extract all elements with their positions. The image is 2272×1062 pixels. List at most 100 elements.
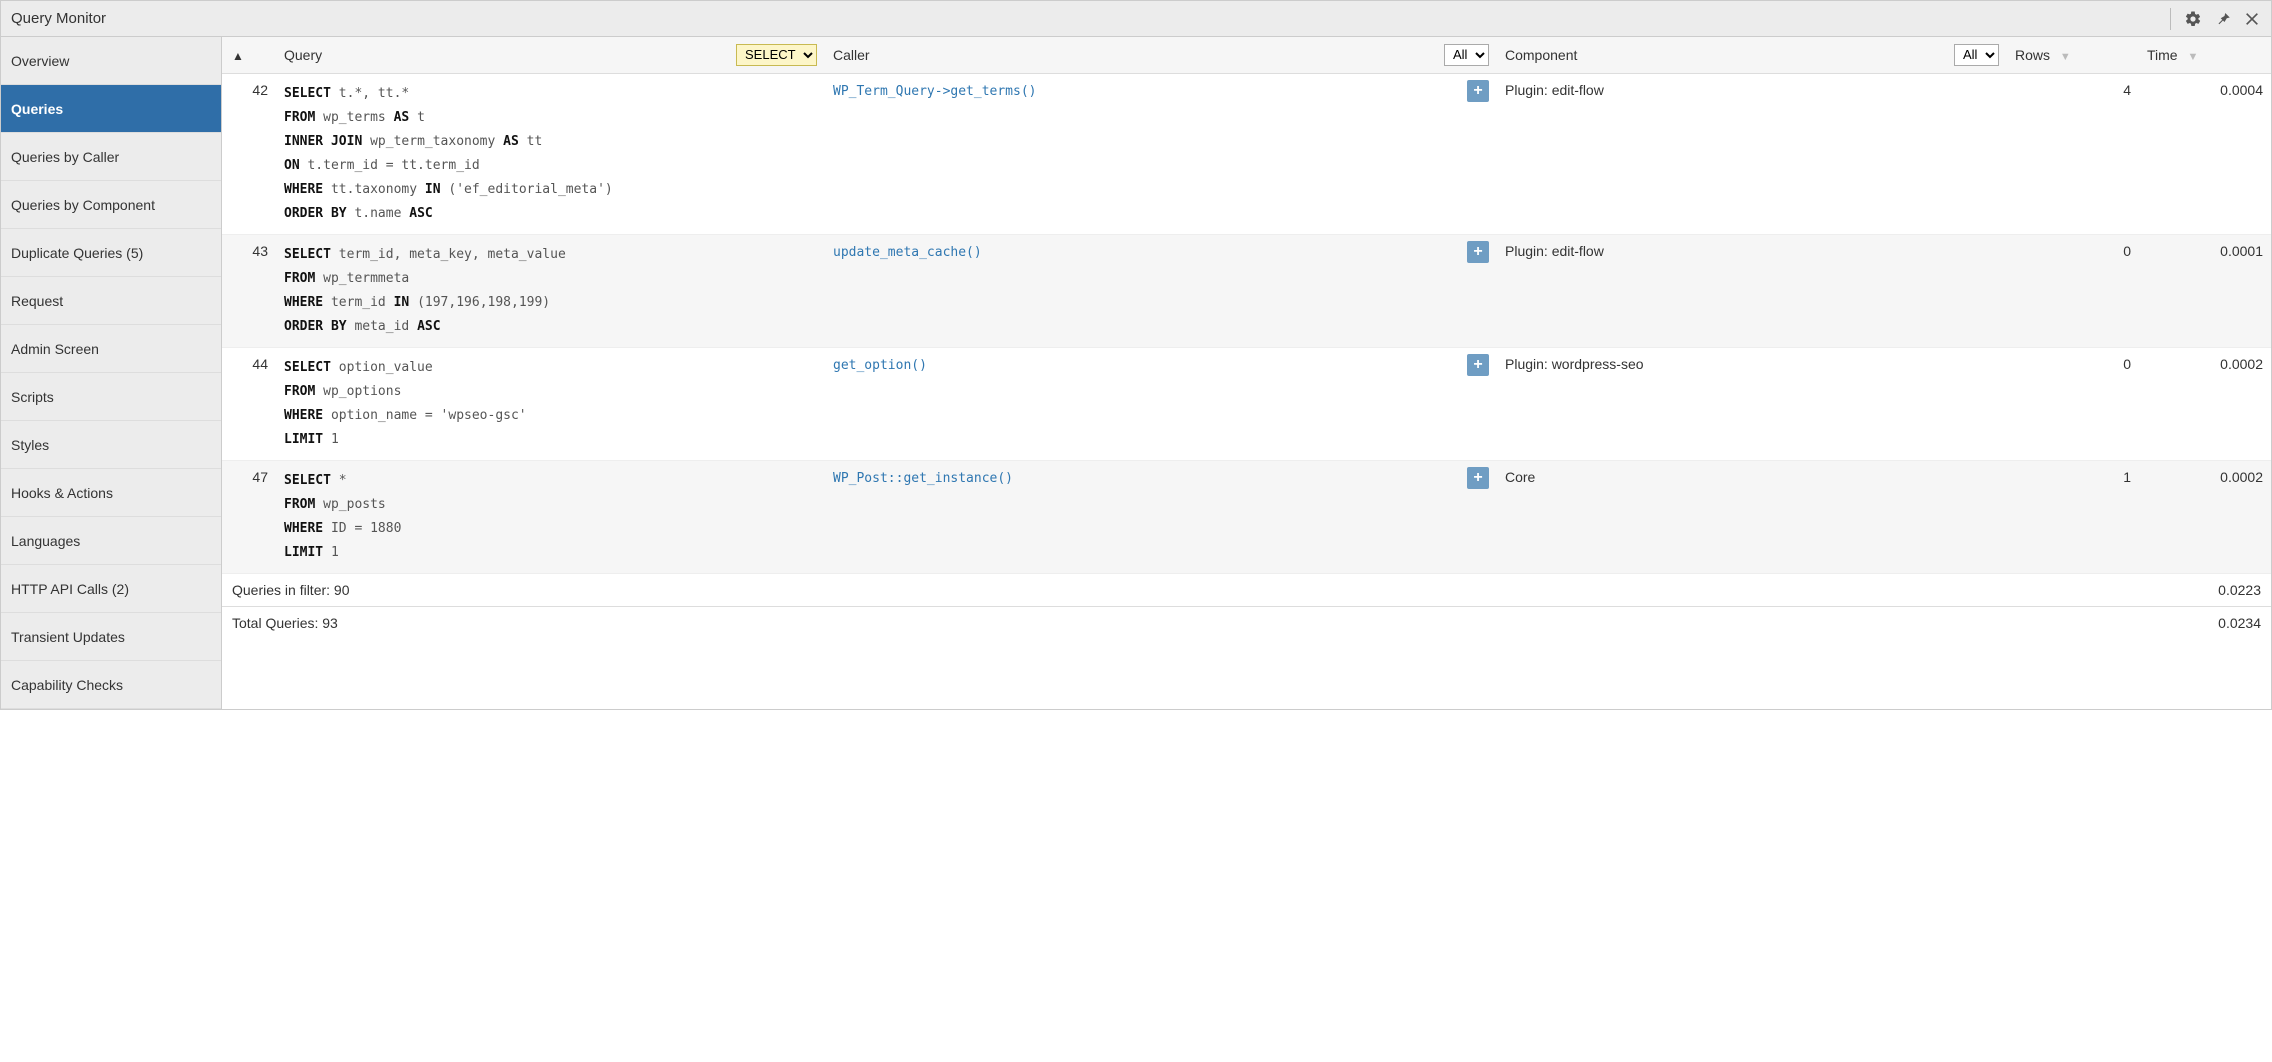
queries-table: ▲ Query SELECT Call [222, 37, 2271, 639]
row-index: 47 [222, 461, 276, 574]
col-rows-header[interactable]: Rows ▼ [2007, 37, 2139, 73]
sidebar-item-label: Scripts [11, 389, 54, 405]
query-sql: SELECT * FROM wp_posts WHERE ID = 1880 L… [284, 469, 817, 565]
header-separator [2170, 8, 2171, 30]
sidebar-item[interactable]: HTTP API Calls (2) [1, 565, 221, 613]
sidebar-item-label: HTTP API Calls (2) [11, 581, 129, 597]
sidebar-item[interactable]: Queries [1, 85, 221, 133]
col-caller-header: Caller All [825, 37, 1497, 73]
sidebar-item-label: Duplicate Queries (5) [11, 245, 143, 261]
expand-button[interactable]: + [1467, 80, 1489, 102]
sort-asc-icon[interactable]: ▲ [230, 49, 246, 63]
caller-link[interactable]: update_meta_cache() [833, 245, 982, 260]
rows-cell: 0 [2007, 234, 2139, 347]
query-cell: SELECT option_value FROM wp_options WHER… [276, 347, 825, 460]
col-caller-label: Caller [833, 47, 870, 63]
sidebar-item[interactable]: Hooks & Actions [1, 469, 221, 517]
footer-filter-label: Queries in filter: 90 [222, 574, 2139, 607]
col-component-label: Component [1505, 47, 1577, 63]
row-index: 44 [222, 347, 276, 460]
footer-filter-time: 0.0223 [2139, 574, 2271, 607]
sidebar-item-label: Capability Checks [11, 677, 123, 693]
query-cell: SELECT * FROM wp_posts WHERE ID = 1880 L… [276, 461, 825, 574]
expand-button[interactable]: + [1467, 241, 1489, 263]
sidebar-item-label: Queries by Caller [11, 149, 119, 165]
caller-link[interactable]: WP_Term_Query->get_terms() [833, 84, 1037, 99]
sidebar-item[interactable]: Overview [1, 37, 221, 85]
qm-panel: Query Monitor Overview Queries Queries by … [0, 0, 2272, 710]
sidebar-item-label: Queries [11, 101, 63, 117]
query-cell: SELECT t.*, tt.* FROM wp_terms AS t INNE… [276, 73, 825, 234]
caller-cell: update_meta_cache() + [825, 234, 1497, 347]
pin-icon[interactable] [2211, 7, 2235, 31]
row-index: 42 [222, 73, 276, 234]
caller-link[interactable]: get_option() [833, 358, 927, 373]
row-index: 43 [222, 234, 276, 347]
col-query-header: Query SELECT [276, 37, 825, 73]
sidebar-item[interactable]: Scripts [1, 373, 221, 421]
sidebar-item[interactable]: Styles [1, 421, 221, 469]
sidebar-item-label: Languages [11, 533, 80, 549]
sort-icon[interactable]: ▼ [2054, 51, 2071, 63]
query-cell: SELECT term_id, meta_key, meta_value FRO… [276, 234, 825, 347]
sidebar-item-label: Request [11, 293, 63, 309]
expand-button[interactable]: + [1467, 467, 1489, 489]
sidebar-item-label: Transient Updates [11, 629, 125, 645]
panel-title: Query Monitor [9, 10, 106, 27]
sidebar-item[interactable]: Admin Screen [1, 325, 221, 373]
caller-link[interactable]: WP_Post::get_instance() [833, 471, 1013, 486]
caller-cell: WP_Post::get_instance() + [825, 461, 1497, 574]
col-rows-label: Rows [2015, 47, 2050, 63]
sidebar-item[interactable]: Transient Updates [1, 613, 221, 661]
sidebar-item[interactable]: Capability Checks [1, 661, 221, 709]
panel-header: Query Monitor [1, 1, 2271, 37]
query-sql: SELECT t.*, tt.* FROM wp_terms AS t INNE… [284, 82, 817, 226]
rows-cell: 1 [2007, 461, 2139, 574]
time-cell: 0.0002 [2139, 347, 2271, 460]
rows-cell: 0 [2007, 347, 2139, 460]
sidebar-nav: Overview Queries Queries by Caller Queries … [1, 37, 222, 709]
caller-cell: WP_Term_Query->get_terms() + [825, 73, 1497, 234]
col-index-header[interactable]: ▲ [222, 37, 276, 73]
sidebar-item[interactable]: Queries by Component [1, 181, 221, 229]
sort-icon[interactable]: ▼ [2181, 51, 2198, 63]
table-row: 43SELECT term_id, meta_key, meta_value F… [222, 234, 2271, 347]
sidebar-item-label: Queries by Component [11, 197, 155, 213]
sidebar-item-label: Admin Screen [11, 341, 99, 357]
col-component-header: Component All [1497, 37, 2007, 73]
component-cell: Plugin: edit-flow [1497, 73, 2007, 234]
table-row: 42SELECT t.*, tt.* FROM wp_terms AS t IN… [222, 73, 2271, 234]
query-sql: SELECT term_id, meta_key, meta_value FRO… [284, 243, 817, 339]
sidebar-item-label: Hooks & Actions [11, 485, 113, 501]
table-row: 47SELECT * FROM wp_posts WHERE ID = 1880… [222, 461, 2271, 574]
caller-cell: get_option() + [825, 347, 1497, 460]
time-cell: 0.0002 [2139, 461, 2271, 574]
gear-icon[interactable] [2181, 7, 2205, 31]
footer-total-label: Total Queries: 93 [222, 607, 2139, 640]
expand-button[interactable]: + [1467, 354, 1489, 376]
col-time-label: Time [2147, 47, 2178, 63]
table-row: 44SELECT option_value FROM wp_options WH… [222, 347, 2271, 460]
component-cell: Plugin: edit-flow [1497, 234, 2007, 347]
sidebar-item[interactable]: Request [1, 277, 221, 325]
time-cell: 0.0001 [2139, 234, 2271, 347]
query-type-filter[interactable]: SELECT [736, 44, 817, 66]
header-toolbar [2166, 7, 2263, 31]
sidebar-item-label: Styles [11, 437, 49, 453]
col-time-header[interactable]: Time ▼ [2139, 37, 2271, 73]
rows-cell: 4 [2007, 73, 2139, 234]
time-cell: 0.0004 [2139, 73, 2271, 234]
main-content: ▲ Query SELECT Call [222, 37, 2271, 709]
col-query-label: Query [284, 47, 322, 63]
sidebar-item-label: Overview [11, 53, 69, 69]
sidebar-item[interactable]: Queries by Caller [1, 133, 221, 181]
component-filter[interactable]: All [1954, 44, 1999, 66]
query-sql: SELECT option_value FROM wp_options WHER… [284, 356, 817, 452]
sidebar-item[interactable]: Duplicate Queries (5) [1, 229, 221, 277]
component-cell: Plugin: wordpress-seo [1497, 347, 2007, 460]
close-icon[interactable] [2241, 8, 2263, 30]
footer-total-time: 0.0234 [2139, 607, 2271, 640]
component-cell: Core [1497, 461, 2007, 574]
sidebar-item[interactable]: Languages [1, 517, 221, 565]
caller-filter[interactable]: All [1444, 44, 1489, 66]
